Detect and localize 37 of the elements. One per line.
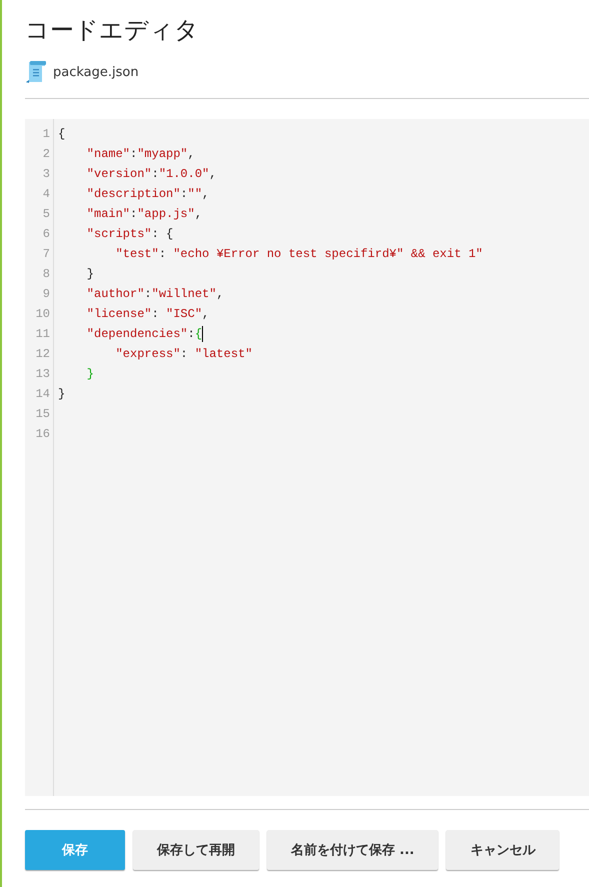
file-name: package.json (53, 64, 139, 80)
line-number: 15 (34, 406, 51, 423)
line-number: 7 (42, 246, 51, 263)
line-number: 10 (34, 306, 51, 323)
code-line: "name":"myapp", (86, 146, 195, 163)
line-number: 3 (42, 166, 51, 183)
code-line: { (58, 126, 66, 143)
code-line: "express": "latest" (114, 346, 252, 363)
line-number: 12 (34, 346, 51, 363)
line-number: 1 (42, 126, 51, 143)
line-number: 4 (42, 186, 51, 203)
code-line: } (86, 266, 94, 283)
code-editor[interactable] (25, 119, 589, 796)
line-number: 5 (42, 206, 51, 223)
line-number: 16 (34, 426, 51, 443)
code-line: "dependencies":{ (86, 326, 202, 343)
code-line: "main":"app.js", (86, 206, 202, 223)
line-number: 6 (42, 226, 51, 243)
code-line: } (86, 366, 94, 383)
line-number: 13 (34, 366, 51, 383)
scroll-icon (25, 60, 47, 84)
action-button[interactable]: キャンセル (446, 830, 560, 870)
code-line: } (58, 386, 66, 403)
code-line: "scripts": { (86, 226, 174, 243)
code-line: "version":"1.0.0", (86, 166, 216, 183)
code-line: "author":"willnet", (86, 286, 224, 303)
action-button[interactable]: 名前を付けて保存 ... (267, 830, 438, 870)
code-line: "license": "ISC", (86, 306, 210, 323)
action-button[interactable]: 保存して再開 (133, 830, 259, 870)
page-title: コードエディタ (25, 15, 200, 46)
line-number: 14 (34, 386, 51, 403)
code-line: "test": "echo ¥Error no test specifird¥" && exit 1" (114, 246, 483, 263)
line-number: 8 (42, 266, 51, 283)
line-number: 11 (34, 326, 51, 343)
code-line: "description":"", (86, 186, 210, 203)
line-number: 9 (42, 286, 51, 303)
line-number: 2 (42, 146, 51, 163)
